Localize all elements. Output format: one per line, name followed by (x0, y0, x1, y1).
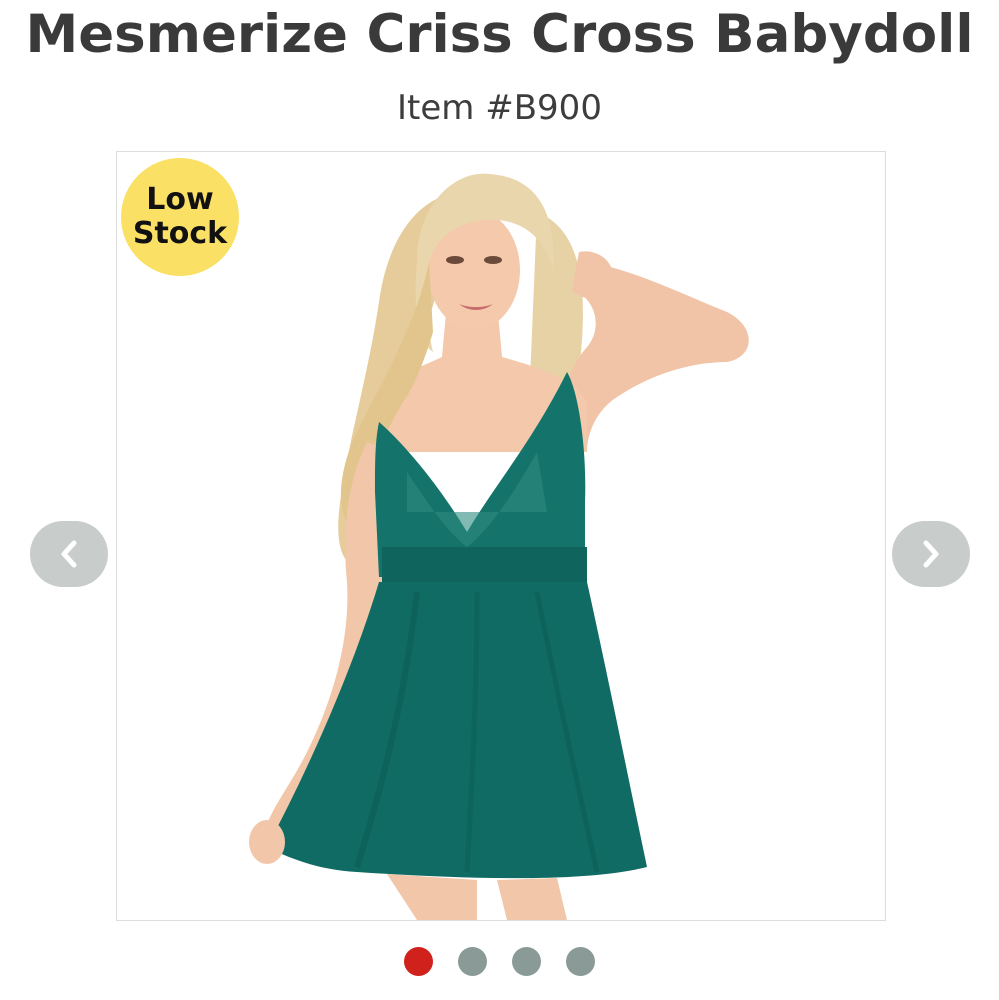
chevron-right-icon (923, 540, 939, 568)
product-title: Mesmerize Criss Cross Babydoll (25, 4, 974, 65)
badge-line-2: Stock (132, 216, 228, 251)
gallery-dot-4[interactable] (566, 947, 595, 976)
product-image[interactable] (117, 152, 885, 920)
previous-image-button[interactable] (30, 521, 108, 587)
product-image-frame[interactable] (116, 151, 886, 921)
gallery-pagination (0, 947, 999, 976)
chevron-left-icon (61, 540, 77, 568)
gallery-dot-3[interactable] (512, 947, 541, 976)
next-image-button[interactable] (892, 521, 970, 587)
low-stock-badge: Low Stock (121, 158, 239, 276)
gallery-dot-1[interactable] (404, 947, 433, 976)
badge-line-1: Low (146, 182, 214, 217)
gallery-dot-2[interactable] (458, 947, 487, 976)
item-number: Item #B900 (397, 88, 602, 128)
